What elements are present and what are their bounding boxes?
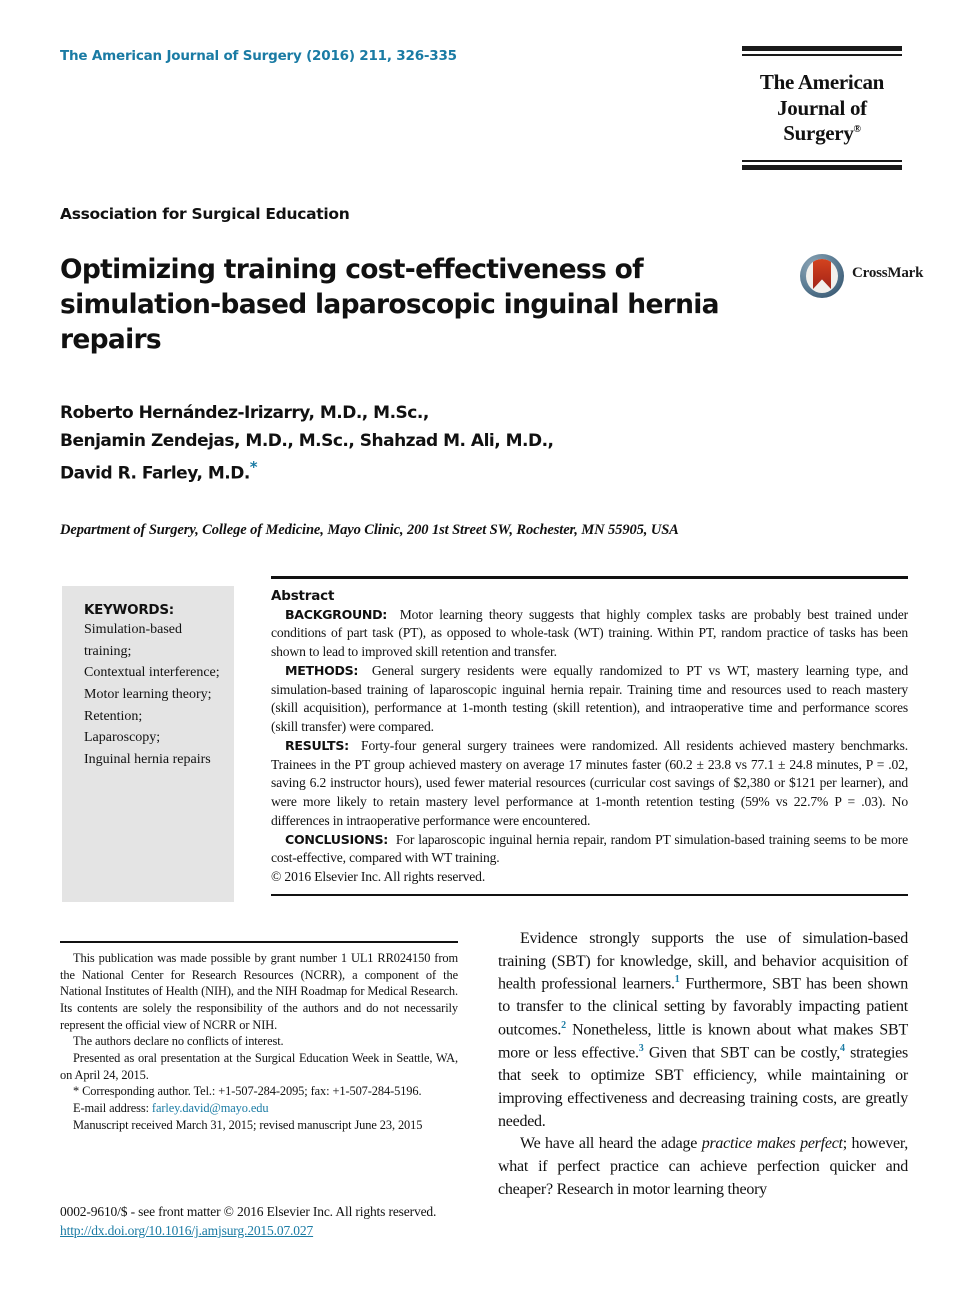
abstract-paragraph-conclusions: CONCLUSIONS: For laparoscopic inguinal h… [271,831,908,869]
crossmark-icon [800,254,844,298]
abstract-label-conclusions: CONCLUSIONS: [285,831,389,847]
footnote-block: This publication was made possible by gr… [60,950,458,1133]
page-footer: 0002-9610/$ - see front matter © 2016 El… [60,1202,660,1240]
registered-mark-icon: ® [853,124,861,136]
logo-rule-top-thick [742,46,902,51]
abstract-text-methods: General surgery residents were equally r… [271,662,908,734]
abstract-label-methods: METHODS: [285,662,359,678]
crossmark-label: CrossMark [852,265,924,281]
keywords-box: KEYWORDS: Simulation-based training; Con… [62,586,234,902]
logo-rule-bottom-thick [742,164,902,170]
abstract-rule-bottom [271,893,908,897]
abstract-copyright: © 2016 Elsevier Inc. All rights reserved… [271,869,486,884]
body-paragraph-2: We have all heard the adage practice mak… [498,1133,908,1201]
body-text-1d: Given that SBT can be costly, [643,1044,841,1062]
keyword-item: Laparoscopy; [84,730,161,746]
author-line-3-wrap: David R. Farley, M.D.* [60,455,680,488]
corresponding-author-marker: * [249,458,258,477]
abstract-heading: Abstract [271,587,335,604]
footnote-corresponding: * Corresponding author. Tel.: +1-507-284… [73,1084,422,1099]
abstract-body: BACKGROUND: Motor learning theory sugges… [271,606,908,887]
keyword-item: Contextual interference; [84,665,220,681]
crossmark-bookmark-icon [813,259,831,289]
author-line-3: David R. Farley, M.D. [60,463,250,484]
body-text-2-italic: practice makes perfect [701,1135,843,1153]
email-link[interactable]: farley.david@mayo.edu [152,1101,269,1115]
keywords-heading: KEYWORDS: [84,602,174,618]
body-text-2a: We have all heard the adage [520,1135,702,1153]
author-line-1: Roberto Hernández-Irizarry, M.D., M.Sc., [60,403,429,423]
keyword-item: Motor learning theory; [84,687,212,703]
abstract-label-results: RESULTS: [285,737,349,753]
author-list: Roberto Hernández-Irizarry, M.D., M.Sc.,… [60,400,680,488]
keyword-item: Inguinal hernia repairs [84,752,211,768]
logo-line-2-wrap: Journal of Surgery® [742,96,902,147]
journal-citation: The American Journal of Surgery (2016) 2… [60,48,457,64]
journal-logo-text: The American Journal of Surgery® [742,56,902,160]
keyword-item: Simulation-based training; [84,622,182,659]
society-name: Association for Surgical Education [60,205,350,223]
article-body-column: Evidence strongly supports the use of si… [498,928,908,1202]
doi-link[interactable]: http://dx.doi.org/10.1016/j.amjsurg.2015… [60,1223,313,1238]
keyword-item: Retention; [84,708,143,724]
abstract-paragraph-results: RESULTS: Forty-four general surgery trai… [271,737,908,831]
footnote-presented: Presented as oral presentation at the Su… [60,1051,458,1082]
author-line-2: Benjamin Zendejas, M.D., M.Sc., Shahzad … [60,430,554,451]
abstract-paragraph-methods: METHODS: General surgery residents were … [271,662,908,737]
journal-article-page: The American Journal of Surgery (2016) 2… [0,0,960,1290]
logo-line-2: Journal of Surgery [777,95,867,146]
issn-copyright-line: 0002-9610/$ - see front matter © 2016 El… [60,1204,437,1219]
page-title: Optimizing training cost-effectiveness o… [60,254,720,356]
email-label: E-mail address: [73,1101,149,1116]
logo-rule-bottom-thin [742,159,902,162]
abstract-section: Abstract BACKGROUND: Motor learning theo… [271,576,908,897]
affiliation: Department of Surgery, College of Medici… [60,522,679,538]
footnote-grant: This publication was made possible by gr… [60,951,458,1032]
abstract-text-results: Forty-four general surgery trainees were… [271,737,909,828]
footnote-manuscript-dates: Manuscript received March 31, 2015; revi… [73,1117,423,1132]
footnote-conflicts: The authors declare no conflicts of inte… [73,1034,284,1049]
journal-logo: The American Journal of Surgery® [742,46,902,170]
abstract-paragraph-background: BACKGROUND: Motor learning theory sugges… [271,606,908,662]
keywords-list: Simulation-based training; Contextual in… [84,619,224,771]
logo-line-1: The American [759,70,885,94]
crossmark-icon-inner [806,259,838,293]
crossmark-badge-group[interactable]: CrossMark [800,254,923,300]
footnote-divider [60,941,458,943]
abstract-label-background: BACKGROUND: [285,606,388,622]
abstract-rule-top [271,576,908,579]
body-paragraph-1: Evidence strongly supports the use of si… [498,928,908,1133]
footnote-email-line: E-mail address: farley.david@mayo.edu [60,1100,458,1117]
